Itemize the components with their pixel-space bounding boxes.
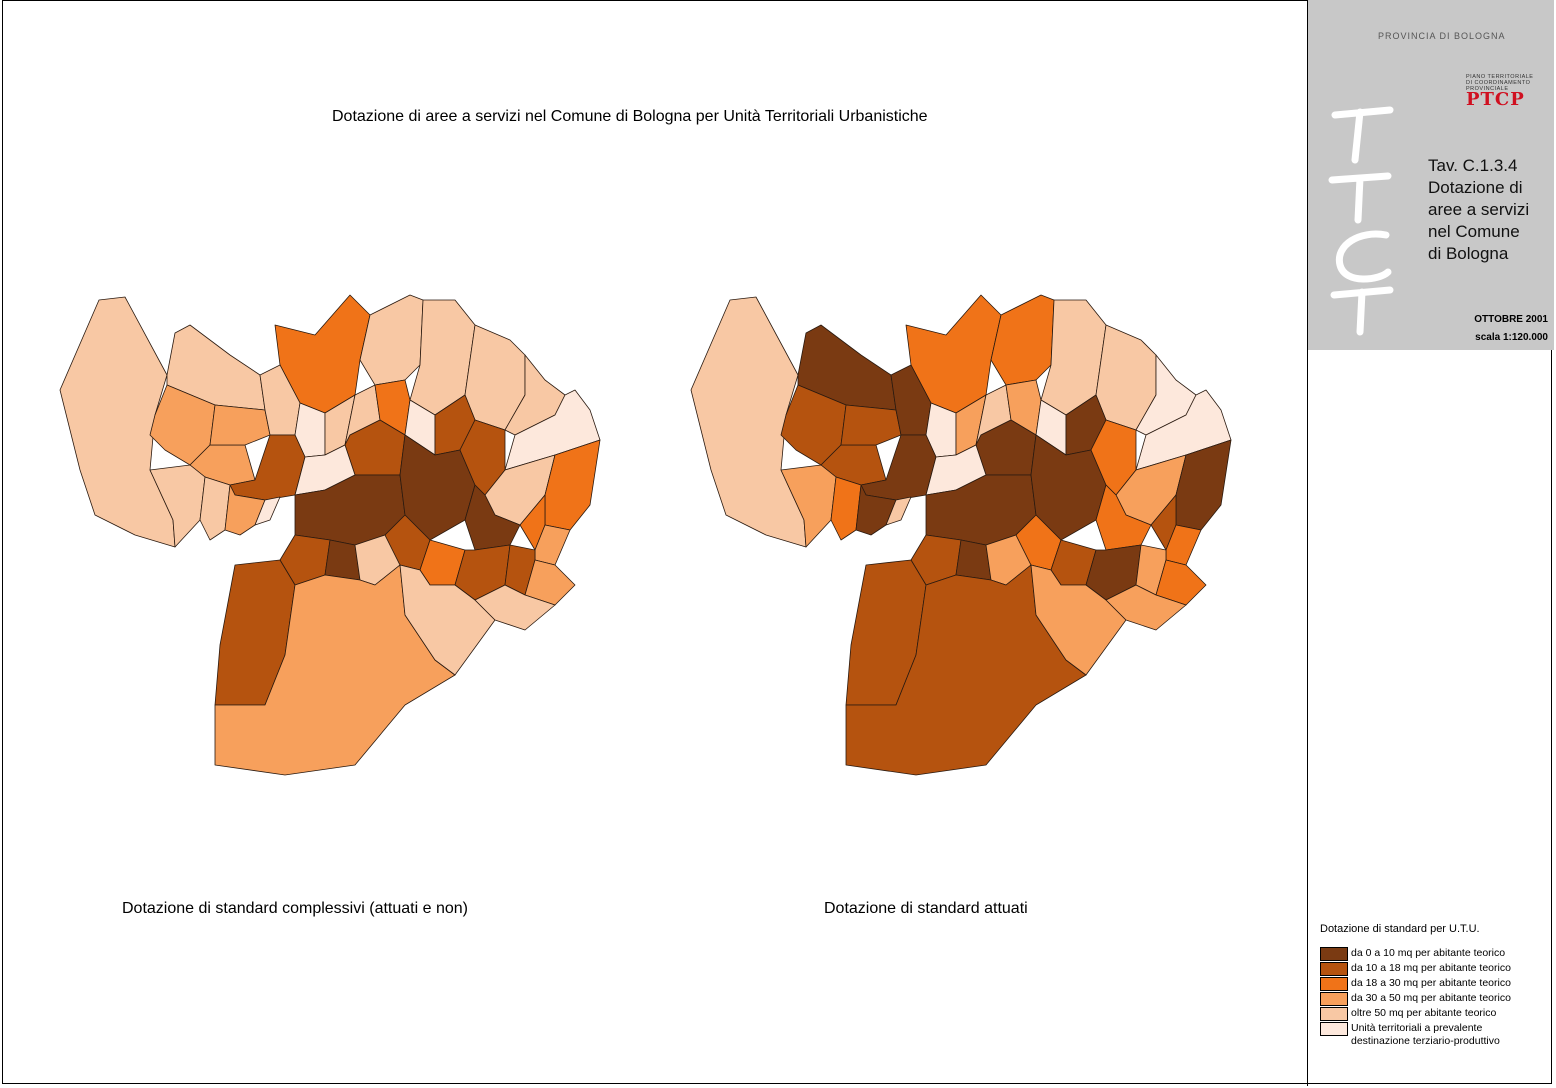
ptcp-watermark-logo xyxy=(1328,106,1394,336)
legend-title: Dotazione di standard per U.T.U. xyxy=(1320,923,1480,935)
legend-item: Unità territoriali a prevalente destinaz… xyxy=(1320,1022,1552,1052)
ptcp-logo-mark: PTCP xyxy=(1466,89,1525,110)
legend-item: da 30 a 50 mq per abitante teorico xyxy=(1320,992,1552,1007)
legend-swatch xyxy=(1320,1022,1348,1036)
utu-area xyxy=(209,404,271,446)
province-label: PROVINCIA DI BOLOGNA xyxy=(1378,31,1506,41)
map-caption-left: Dotazione di standard complessivi (attua… xyxy=(122,900,468,917)
legend-item: oltre 50 mq per abitante teorico xyxy=(1320,1007,1552,1022)
page-title: Dotazione di aree a servizi nel Comune d… xyxy=(332,108,928,125)
tav-title: Tav. C.1.3.4 Dotazione di aree a servizi… xyxy=(1428,156,1530,263)
legend-item: da 18 a 30 mq per abitante teorico xyxy=(1320,977,1552,992)
utu-area xyxy=(359,294,424,386)
scale-label: scala 1:120.000 xyxy=(1475,332,1548,343)
legend-item: da 10 a 18 mq per abitante teorico xyxy=(1320,962,1552,977)
date-label: OTTOBRE 2001 xyxy=(1474,314,1548,325)
utu-area xyxy=(840,404,902,446)
legend-swatch xyxy=(1320,992,1348,1006)
legend: Dotazione di standard per U.T.U. da 0 a … xyxy=(1320,923,1552,1052)
date-scale-block: OTTOBRE 2001 scala 1:120.000 xyxy=(1474,311,1548,347)
legend-swatch xyxy=(1320,962,1348,976)
utu-area xyxy=(990,294,1055,386)
ptcp-logo: PIANO TERRITORIALE DI COORDINAMENTO PROV… xyxy=(1466,74,1542,110)
legend-swatch xyxy=(1320,1007,1348,1021)
map-caption-right: Dotazione di standard attuati xyxy=(824,900,1028,917)
legend-swatch xyxy=(1320,977,1348,991)
legend-swatch xyxy=(1320,947,1348,961)
legend-item: da 0 a 10 mq per abitante teorico xyxy=(1320,947,1552,962)
map-standard-complessivi xyxy=(59,294,601,776)
map-standard-attuati xyxy=(690,294,1232,776)
